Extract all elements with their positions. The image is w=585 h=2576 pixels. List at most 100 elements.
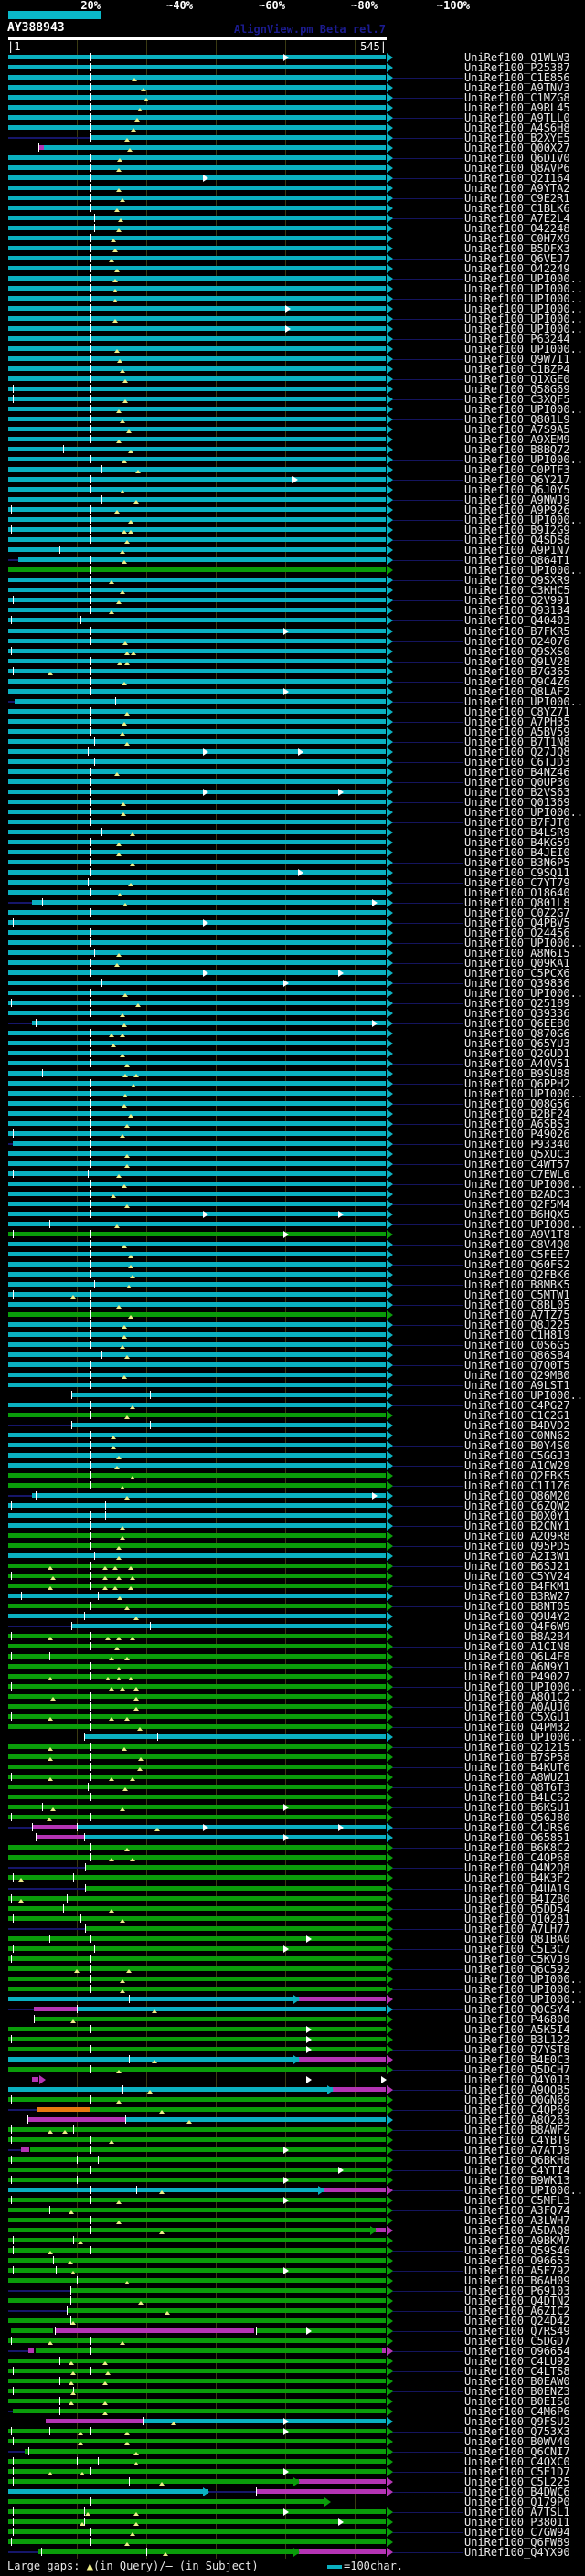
query-gap-triangle-icon <box>120 1687 125 1691</box>
segment-boundary-tick <box>13 2387 14 2395</box>
segment-boundary-tick <box>71 1421 72 1429</box>
hit-bar-segment <box>28 2348 34 2353</box>
segment-boundary-tick <box>90 1200 91 1208</box>
hit-bar-segment <box>8 2278 386 2283</box>
hit-end-arrowhead <box>387 828 393 837</box>
hit-end-arrowhead <box>387 2397 393 2406</box>
segment-boundary-tick <box>90 1300 91 1309</box>
subject-arrow-icon <box>283 2418 289 2425</box>
segment-boundary-tick <box>90 1079 91 1087</box>
query-gap-triangle-icon <box>133 1617 139 1620</box>
segment-boundary-tick <box>129 2477 130 2486</box>
segment-boundary-tick <box>13 1230 14 1238</box>
subject-arrow-icon <box>306 2026 312 2033</box>
hit-bar-segment <box>8 1041 386 1045</box>
hit-bar-segment <box>8 2149 21 2151</box>
hit-bar-segment <box>8 1896 386 1901</box>
hit-bar-segment <box>8 1604 386 1608</box>
query-gap-triangle-icon <box>48 1586 53 1590</box>
label-leader-line <box>388 2251 463 2252</box>
hit-end-arrowhead <box>387 1662 393 1671</box>
label-leader-line <box>388 802 463 803</box>
hit-end-arrowhead <box>387 2528 393 2537</box>
hit-bar-segment <box>8 1503 386 1508</box>
hit-bar-segment <box>15 699 386 704</box>
label-leader-line <box>388 2050 463 2051</box>
hit-bar-segment <box>8 2439 386 2443</box>
hit-end-arrowhead <box>387 184 393 193</box>
hit-bar-segment <box>8 749 386 754</box>
subject-arrow-icon <box>283 54 289 61</box>
segment-boundary-tick <box>13 1945 14 1953</box>
hit-bar-segment <box>36 2348 383 2353</box>
hit-bar-segment <box>8 2258 386 2263</box>
hit-bar-segment <box>8 567 386 572</box>
query-gap-triangle-icon <box>126 1969 132 1973</box>
query-gap-triangle-icon <box>133 1687 139 1691</box>
query-gap-triangle-icon <box>69 2361 74 2365</box>
query-gap-triangle-icon <box>120 732 125 736</box>
segment-boundary-tick <box>13 1290 14 1299</box>
label-leader-line <box>388 1345 463 1346</box>
query-gap-triangle-icon <box>114 269 120 272</box>
hit-bar-segment <box>8 1684 386 1689</box>
query-gap-triangle-icon <box>69 2381 74 2385</box>
hit-bar-segment <box>8 1553 386 1558</box>
hit-end-arrowhead <box>387 2447 393 2456</box>
segment-boundary-tick <box>13 2266 14 2274</box>
query-gap-triangle-icon <box>62 2130 68 2134</box>
query-gap-triangle-icon <box>102 2361 108 2365</box>
label-leader-line <box>388 1848 463 1849</box>
hit-end-arrowhead <box>387 264 393 273</box>
hit-end-arrowhead <box>387 475 393 484</box>
hit-bar-segment <box>8 1916 386 1921</box>
segment-boundary-tick <box>90 1361 91 1369</box>
subject-arrow-icon <box>283 2428 289 2435</box>
segment-boundary-tick <box>90 1290 91 1299</box>
hit-bar-segment <box>8 850 386 854</box>
query-gap-triangle-icon <box>114 772 120 776</box>
hit-end-arrowhead <box>387 1833 393 1842</box>
hit-bar-segment <box>8 2097 386 2102</box>
hit-bar-segment <box>8 639 386 643</box>
query-gap-triangle-icon <box>128 1255 133 1258</box>
segment-boundary-tick <box>90 928 91 937</box>
query-gap-triangle-icon <box>120 1536 125 1540</box>
query-gap-triangle-icon <box>159 2190 165 2194</box>
segment-boundary-tick <box>150 1391 151 1399</box>
hit-bar-segment <box>8 1966 386 1971</box>
hit-end-arrowhead <box>387 274 393 283</box>
segment-boundary-tick <box>90 1029 91 1037</box>
query-gap-triangle-icon <box>109 1034 114 1037</box>
query-gap-triangle-icon <box>126 429 132 433</box>
hit-end-arrowhead <box>387 1039 393 1048</box>
query-gap-triangle-icon <box>18 1899 24 1903</box>
segment-boundary-tick <box>90 677 91 685</box>
label-leader-line <box>388 1747 463 1748</box>
segment-boundary-tick <box>90 1230 91 1238</box>
label-leader-line <box>388 662 463 663</box>
segment-boundary-tick <box>67 2306 68 2315</box>
hit-end-arrowhead <box>387 928 393 938</box>
hit-bar-segment <box>8 2399 386 2403</box>
segment-boundary-tick <box>90 1572 91 1580</box>
segment-boundary-tick <box>115 697 116 705</box>
segment-boundary-tick <box>11 2538 12 2546</box>
segment-boundary-tick <box>90 2136 91 2144</box>
segment-boundary-tick <box>90 606 91 614</box>
label-leader-line <box>388 1365 463 1366</box>
segment-boundary-tick <box>90 1712 91 1721</box>
hit-bar-segment <box>8 1674 386 1679</box>
query-gap-triangle-icon <box>112 289 118 292</box>
query-gap-triangle-icon <box>102 1576 108 1580</box>
query-gap-triangle-icon <box>133 2462 139 2465</box>
hit-bar-segment <box>8 1805 386 1809</box>
hit-bar-segment <box>8 447 386 451</box>
hit-accession-label: UniRef100_Q4YX90 <box>464 2547 570 2558</box>
label-leader-line <box>388 1405 463 1406</box>
segment-boundary-tick <box>90 818 91 826</box>
segment-boundary-tick <box>90 1532 91 1540</box>
label-leader-line <box>388 118 463 119</box>
hit-bar-segment <box>8 1626 71 1627</box>
hit-bar-segment <box>8 487 386 492</box>
